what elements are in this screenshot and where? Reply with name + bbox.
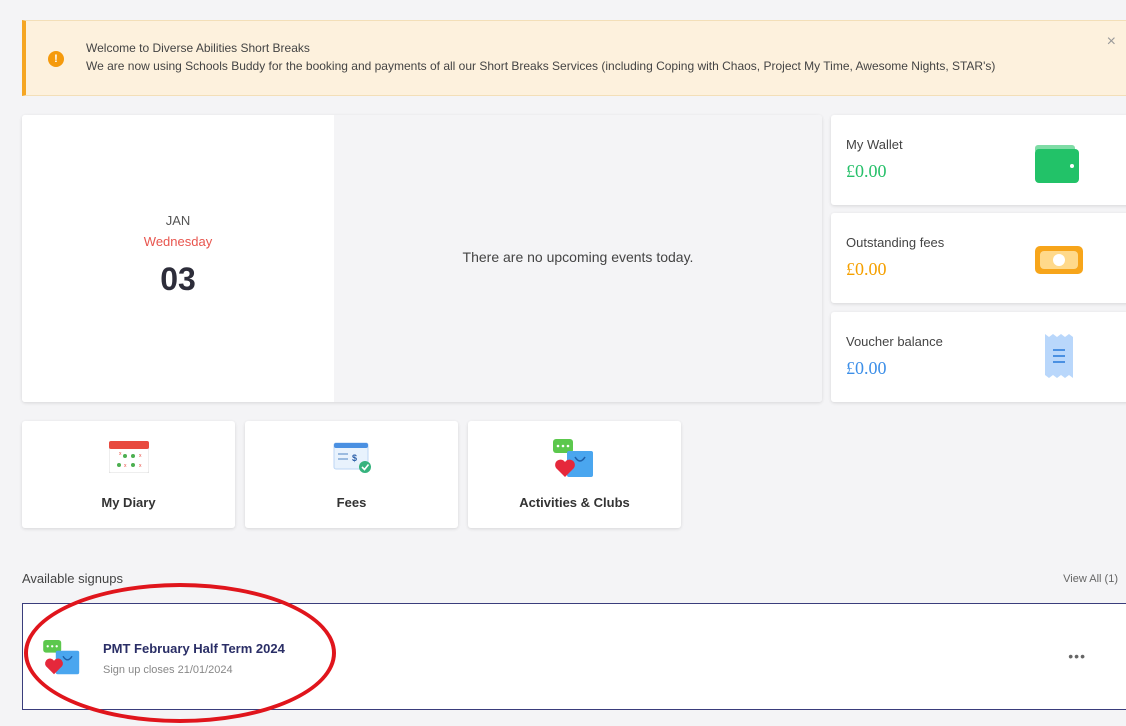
date-panel: JAN Wednesday 03 <box>22 115 334 402</box>
cash-icon <box>1035 246 1083 279</box>
invoice-icon: $ <box>332 441 372 478</box>
fees-tile[interactable]: $ Fees <box>245 421 458 528</box>
day-number: 03 <box>160 261 196 297</box>
voucher-value: £0.00 <box>846 358 887 378</box>
voucher-card[interactable]: Voucher balance £0.00 <box>831 312 1126 402</box>
welcome-banner: ! Welcome to Diverse Abilities Short Bre… <box>22 20 1126 96</box>
fees-label: Outstanding fees <box>846 235 945 250</box>
no-events-message: There are no upcoming events today. <box>462 249 694 265</box>
my-diary-label: My Diary <box>101 495 156 510</box>
events-panel: There are no upcoming events today. <box>334 115 822 402</box>
svg-text:$: $ <box>352 453 357 463</box>
close-icon[interactable]: × <box>1107 33 1116 51</box>
warning-icon: ! <box>48 51 64 67</box>
activities-icon <box>43 640 83 681</box>
dashboard-page: ! Welcome to Diverse Abilities Short Bre… <box>0 0 1126 726</box>
wallet-label: My Wallet <box>846 137 903 152</box>
today-card: JAN Wednesday 03 There are no upcoming e… <box>22 115 822 402</box>
activities-clubs-tile[interactable]: Activities & Clubs <box>468 421 681 528</box>
signup-item[interactable]: PMT February Half Term 2024 Sign up clos… <box>22 603 1126 710</box>
banner-message: We are now using Schools Buddy for the b… <box>86 59 996 73</box>
month-label: JAN <box>165 213 191 228</box>
activities-icon <box>552 439 597 484</box>
banner-title: Welcome to Diverse Abilities Short Break… <box>86 41 310 55</box>
fees-value: £0.00 <box>846 259 887 279</box>
signup-close-date: Sign up closes 21/01/2024 <box>103 664 233 676</box>
voucher-label: Voucher balance <box>846 334 943 349</box>
wallet-icon <box>1035 145 1079 188</box>
more-options-icon[interactable]: ••• <box>1068 648 1086 664</box>
fees-card[interactable]: Outstanding fees £0.00 <box>831 213 1126 303</box>
signup-title[interactable]: PMT February Half Term 2024 <box>103 641 285 656</box>
receipt-icon <box>1043 332 1075 385</box>
activities-clubs-label: Activities & Clubs <box>519 495 630 510</box>
calendar-icon: x x x x <box>108 441 149 478</box>
weekday-label: Wednesday <box>143 234 213 249</box>
available-signups-heading: Available signups <box>22 571 123 586</box>
view-all-link[interactable]: View All (1) <box>1063 573 1118 585</box>
my-diary-tile[interactable]: x x x x My Diary <box>22 421 235 528</box>
fees-label: Fees <box>336 495 367 510</box>
wallet-card[interactable]: My Wallet £0.00 <box>831 115 1126 205</box>
wallet-value: £0.00 <box>846 161 887 181</box>
